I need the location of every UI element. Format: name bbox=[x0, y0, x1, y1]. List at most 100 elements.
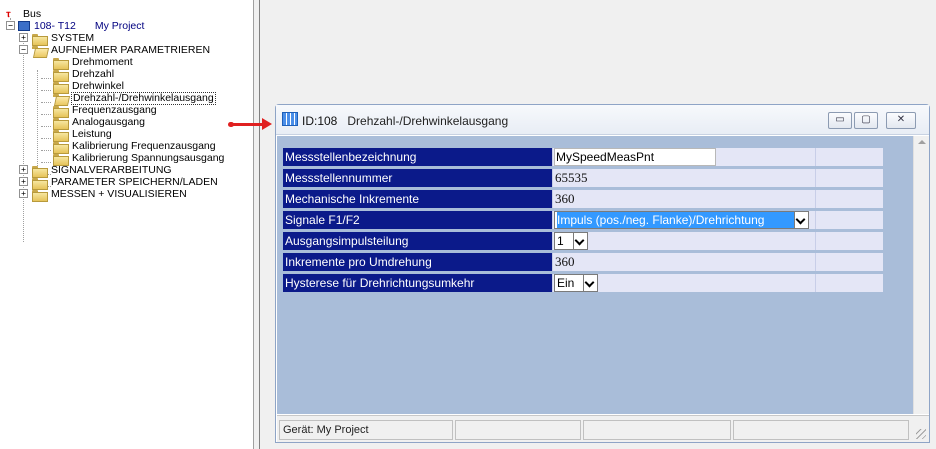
tree-node-kalibrierung-spannungsausgang[interactable]: Kalibrierung Spannungsausgang bbox=[52, 151, 225, 166]
annotation-arrow bbox=[232, 123, 264, 126]
chevron-down-icon[interactable] bbox=[583, 275, 597, 291]
folder-icon bbox=[52, 153, 69, 166]
folder-open-icon bbox=[31, 45, 47, 56]
chevron-down-icon[interactable] bbox=[794, 212, 808, 228]
expand-icon[interactable]: + bbox=[19, 189, 28, 198]
splitter[interactable] bbox=[254, 0, 260, 449]
window-titlebar[interactable]: ID:108 Drehzahl-/Drehwinkelausgang ▭ ▢ ✕ bbox=[276, 105, 929, 135]
param-row: Messstellennummer 65535 bbox=[283, 169, 889, 187]
tree-line bbox=[41, 90, 51, 91]
param-label: Inkremente pro Umdrehung bbox=[283, 253, 553, 271]
tree-node-device[interactable]: − 108- T12 My Project bbox=[6, 20, 144, 32]
tree-line bbox=[41, 78, 51, 79]
tree-node-label: 108- T12 bbox=[34, 19, 76, 32]
collapse-icon[interactable]: − bbox=[19, 45, 28, 54]
param-label: Messstellenbezeichnung bbox=[283, 148, 553, 166]
param-value-cell: 1 bbox=[553, 232, 816, 250]
table-icon bbox=[282, 112, 298, 126]
tree-node-drehmoment[interactable]: Drehmoment bbox=[52, 55, 134, 70]
window-title-text: Drehzahl-/Drehwinkelausgang bbox=[347, 114, 509, 128]
tree-node-label: Drehzahl bbox=[72, 67, 115, 80]
device-icon bbox=[18, 21, 30, 31]
folder-icon bbox=[31, 177, 48, 190]
select-value: Ein bbox=[557, 276, 575, 290]
folder-icon bbox=[31, 165, 48, 178]
tree-node-leistung[interactable]: Leistung bbox=[52, 128, 113, 142]
tree-node-label: Drehwinkel bbox=[72, 79, 124, 92]
status-pane bbox=[583, 420, 731, 440]
status-pane bbox=[733, 420, 909, 440]
hysteresis-select[interactable]: Ein bbox=[554, 274, 598, 292]
param-row: Messstellenbezeichnung MySpeedMeasPnt bbox=[283, 148, 889, 166]
tree-node-drehwinkel[interactable]: Drehwinkel bbox=[52, 79, 125, 94]
tree-node-aufnehmer-parametrieren[interactable]: − AUFNEHMER PARAMETRIEREN bbox=[19, 44, 211, 56]
maximize-button[interactable]: ▢ bbox=[854, 112, 878, 129]
param-value: 65535 bbox=[553, 169, 816, 187]
param-row: Ausgangsimpulsteilung 1 bbox=[283, 232, 889, 250]
annotation-arrow-head bbox=[262, 118, 272, 130]
status-device: Gerät: My Project bbox=[279, 420, 453, 440]
tree-node-kalibrierung-frequenzausgang[interactable]: Kalibrierung Frequenzausgang bbox=[52, 140, 217, 154]
folder-icon bbox=[31, 33, 48, 46]
expand-icon[interactable]: + bbox=[19, 177, 28, 186]
expand-icon[interactable]: + bbox=[19, 165, 28, 174]
tree-node-label: Frequenzausgang bbox=[72, 103, 157, 116]
param-value-cell: Ein bbox=[553, 274, 816, 292]
param-label: Hysterese für Drehrichtungsumkehr bbox=[283, 274, 553, 292]
resize-grip-icon[interactable] bbox=[916, 429, 926, 439]
param-row: Mechanische Inkremente 360 bbox=[283, 190, 889, 208]
status-pane bbox=[455, 420, 581, 440]
tree-node-label: MESSEN + VISUALISIEREN bbox=[51, 187, 187, 200]
param-label: Messstellennummer bbox=[283, 169, 553, 187]
select-value: Impuls (pos./neg. Flanke)/Drehrichtung bbox=[557, 212, 794, 228]
parameter-window: ID:108 Drehzahl-/Drehwinkelausgang ▭ ▢ ✕… bbox=[275, 104, 930, 443]
tree-node-label: AUFNEHMER PARAMETRIEREN bbox=[51, 43, 211, 56]
vertical-scrollbar[interactable] bbox=[913, 136, 929, 414]
bus-icon: ⲧ bbox=[6, 7, 11, 20]
tree-node-label: PARAMETER SPEICHERN/LADEN bbox=[51, 175, 218, 188]
tree-node-label: Kalibrierung Spannungsausgang bbox=[72, 151, 225, 164]
tree-line bbox=[41, 114, 51, 115]
tree-node-label: SYSTEM bbox=[51, 31, 95, 44]
param-extra-cell bbox=[816, 253, 883, 271]
param-label: Signale F1/F2 bbox=[283, 211, 553, 229]
tree-panel: ⲧ Bus − 108- T12 My Project + SYSTEM − A… bbox=[0, 0, 254, 449]
measuring-point-name-input[interactable]: MySpeedMeasPnt bbox=[554, 148, 716, 166]
collapse-icon[interactable]: − bbox=[6, 21, 15, 30]
tree-line bbox=[41, 162, 51, 163]
tree-node-messen-visualisieren[interactable]: + MESSEN + VISUALISIEREN bbox=[19, 187, 188, 202]
output-pulse-division-select[interactable]: 1 bbox=[554, 232, 588, 250]
window-client-area: Messstellenbezeichnung MySpeedMeasPnt Me… bbox=[277, 136, 913, 414]
tree-node-label: Drehmoment bbox=[72, 55, 133, 68]
tree-node-bus[interactable]: ⲧ Bus bbox=[6, 8, 42, 20]
param-row: Signale F1/F2 Impuls (pos./neg. Flanke)/… bbox=[283, 211, 889, 229]
param-label: Ausgangsimpulsteilung bbox=[283, 232, 553, 250]
tree-node-system[interactable]: + SYSTEM bbox=[19, 31, 95, 46]
tree-node-signalverarbeitung[interactable]: + SIGNALVERARBEITUNG bbox=[19, 164, 173, 178]
tree-node-analogausgang[interactable]: Analogausgang bbox=[52, 116, 146, 130]
expand-icon[interactable]: + bbox=[19, 33, 28, 42]
close-button[interactable]: ✕ bbox=[886, 112, 916, 129]
tree-node-drehzahl-drehwinkelausgang[interactable]: Drehzahl-/Drehwinkelausgang bbox=[52, 91, 216, 105]
status-bar: Gerät: My Project bbox=[277, 415, 929, 442]
param-value-cell: MySpeedMeasPnt bbox=[553, 148, 816, 166]
tree-node-drehzahl[interactable]: Drehzahl bbox=[52, 67, 115, 82]
tree-node-label: Drehzahl-/Drehwinkelausgang bbox=[71, 91, 216, 105]
tree-line bbox=[41, 138, 51, 139]
select-value: 1 bbox=[557, 234, 564, 248]
param-extra-cell bbox=[816, 148, 883, 166]
folder-icon bbox=[31, 189, 48, 202]
param-value: 360 bbox=[553, 190, 816, 208]
scroll-up-icon[interactable] bbox=[918, 140, 926, 144]
folder-icon bbox=[52, 117, 69, 130]
signals-select[interactable]: Impuls (pos./neg. Flanke)/Drehrichtung bbox=[554, 211, 809, 229]
param-row: Hysterese für Drehrichtungsumkehr Ein bbox=[283, 274, 889, 292]
tree-node-frequenzausgang[interactable]: Frequenzausgang bbox=[52, 103, 158, 118]
chevron-down-icon[interactable] bbox=[573, 233, 587, 249]
tree-node-label: Bus bbox=[23, 7, 42, 20]
folder-icon bbox=[52, 69, 69, 82]
tree-line bbox=[41, 126, 51, 127]
minimize-button[interactable]: ▭ bbox=[828, 112, 852, 129]
tree-node-parameter-speichern-laden[interactable]: + PARAMETER SPEICHERN/LADEN bbox=[19, 175, 219, 190]
param-extra-cell bbox=[816, 232, 883, 250]
